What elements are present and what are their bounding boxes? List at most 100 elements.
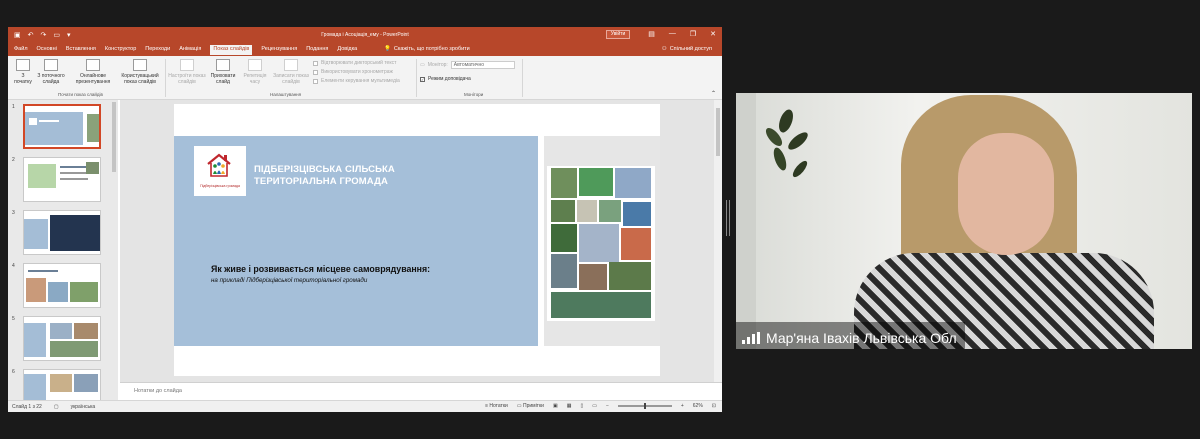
photo [551,168,577,198]
normal-view-icon[interactable]: ▣ [553,403,558,409]
use-timings-checkbox[interactable]: Використовувати хронометраж [313,69,393,75]
checkbox-box: ✓ [420,76,425,82]
checkbox-box [313,60,318,66]
notes-button[interactable]: ≡ Нотатки [485,403,508,409]
monitor-select[interactable]: ▭ Монітор: Автоматично [420,61,515,69]
collapse-ribbon-icon[interactable]: ⌃ [711,90,716,97]
tab-insert[interactable]: Вставлення [66,46,96,55]
play-narrations-checkbox[interactable]: Відтворювати дикторський текст [313,60,396,66]
tab-slideshow[interactable]: Показ слайдів [210,45,253,55]
tab-file[interactable]: Файл [14,46,28,55]
slide-thumbnails-pane: 1 2 3 4 5 6 [8,100,118,400]
close-icon[interactable]: ✕ [710,30,716,38]
ribbon-separator [522,59,523,97]
thumbnail-item[interactable]: 5 [8,312,118,364]
photo [579,168,613,196]
current-slide[interactable]: Підберізцівська громада ПІДБЕРІЗЦІВСЬКА … [174,104,660,376]
show-media-checkbox[interactable]: Елементи керування мультимедіа [313,78,400,84]
tab-animations[interactable]: Анімація [179,46,201,55]
hide-slide-button[interactable]: Приховати слайд [208,59,238,85]
participant-video [736,93,1192,349]
pane-divider-handle[interactable] [726,200,730,236]
tell-me-search[interactable]: 💡 Скажіть, що потрібно зробити [384,46,470,52]
participant-name: Мар'яна Івахів Львівська Обл [766,329,957,346]
thumbnail-slide-4[interactable] [23,263,101,308]
slideshow-view-icon[interactable]: ▭ [592,403,597,409]
zoom-in-icon[interactable]: + [681,403,684,409]
thumbnail-number: 2 [12,157,15,163]
stopwatch-icon [248,59,262,71]
from-start-label: З початку [14,73,32,85]
thumbnail-item[interactable]: 3 [8,206,118,258]
photo [551,292,651,318]
presenter-view-checkbox[interactable]: ✓ Режим доповідача [420,76,471,82]
lightbulb-icon: 💡 [384,46,391,52]
tab-review[interactable]: Рецензування [261,46,297,55]
tab-transitions[interactable]: Переходи [145,46,170,55]
thumbnail-slide-1[interactable] [23,104,101,149]
setup-show-button[interactable]: Настроїти показ слайдів [168,59,206,85]
fit-to-window-icon[interactable]: ⊡ [712,403,716,409]
house-logo-icon [207,153,231,177]
group-setup-label: Налаштування [270,92,302,97]
photo [577,200,597,222]
online-icon [86,59,100,71]
thumbnail-slide-6[interactable] [23,369,101,400]
thumbnail-item[interactable]: 2 [8,153,118,205]
zoom-level[interactable]: 62% [693,403,703,409]
from-start-button[interactable]: З початку [12,59,34,85]
tell-me-label: Скажіть, що потрібно зробити [393,46,470,52]
title-bar: ▣ ↶ ↷ ▭ ▾ Громада і Асоціація_ему - Powe… [8,27,722,43]
thumbnail-item[interactable]: 4 [8,259,118,311]
sorter-view-icon[interactable]: ▦ [567,403,572,409]
record-show-button[interactable]: Записати показ слайдів [272,59,310,85]
comments-button[interactable]: ▭ Примітки [517,403,544,409]
online-label: Онлайнове презентування [75,73,111,85]
play-narrations-label: Відтворювати дикторський текст [321,60,397,66]
online-present-button[interactable]: Онлайнове презентування [70,59,116,85]
ribbon-display-icon[interactable]: ▤ [648,30,655,38]
participant-name-tag: Мар'яна Івахів Львівська Обл [736,322,965,349]
use-timings-label: Використовувати хронометраж [321,69,393,75]
zoom-out-icon[interactable]: − [606,403,609,409]
scroll-thumb[interactable] [716,108,720,156]
spellcheck-icon[interactable]: ▢ [54,404,59,410]
notes-pane[interactable]: Нотатки до слайда [120,382,722,400]
thumbnail-slide-3[interactable] [23,210,101,255]
slide-counter: Слайд 1 з 22 [12,404,42,410]
play-current-icon [44,59,58,71]
from-current-label: З поточного слайда [37,73,65,85]
tab-view[interactable]: Подання [306,46,328,55]
thumbnail-item[interactable]: 1 [8,100,118,152]
monitor-icon: ▭ [420,62,425,68]
tab-home[interactable]: Основні [37,46,57,55]
editor-scrollbar[interactable] [714,100,722,382]
photo [551,254,577,288]
language-indicator[interactable]: українська [71,404,96,410]
logo-caption: Підберізцівська громада [200,184,240,188]
zoom-slider[interactable] [617,403,672,409]
thumbnails-scrollbar[interactable] [112,102,116,172]
share-button[interactable]: ⚇ Спільний доступ [662,46,712,52]
checkbox-box [313,78,318,84]
presenter-view-label: Режим доповідача [428,76,471,82]
tab-help[interactable]: Довідка [337,46,357,55]
tab-design[interactable]: Конструктор [105,46,136,55]
ribbon-separator [416,59,417,97]
photo [551,200,575,222]
thumbnail-number: 6 [12,369,15,375]
restore-icon[interactable]: ❐ [690,30,696,38]
thumbnail-item[interactable]: 6 [8,365,118,400]
thumbnail-slide-2[interactable] [23,157,101,202]
photo [599,200,621,222]
person-face [958,133,1054,255]
rehearse-button[interactable]: Репетиція часу [240,59,270,85]
custom-show-button[interactable]: Користувацький показ слайдів [116,59,164,85]
thumbnail-slide-5[interactable] [23,316,101,361]
reading-view-icon[interactable]: ▯ [580,403,583,409]
monitor-value: Автоматично [450,61,515,69]
signin-button[interactable]: Увійти [606,30,630,39]
photo-collage [547,166,655,321]
from-current-button[interactable]: З поточного слайда [36,59,66,85]
minimize-icon[interactable]: — [669,30,676,38]
